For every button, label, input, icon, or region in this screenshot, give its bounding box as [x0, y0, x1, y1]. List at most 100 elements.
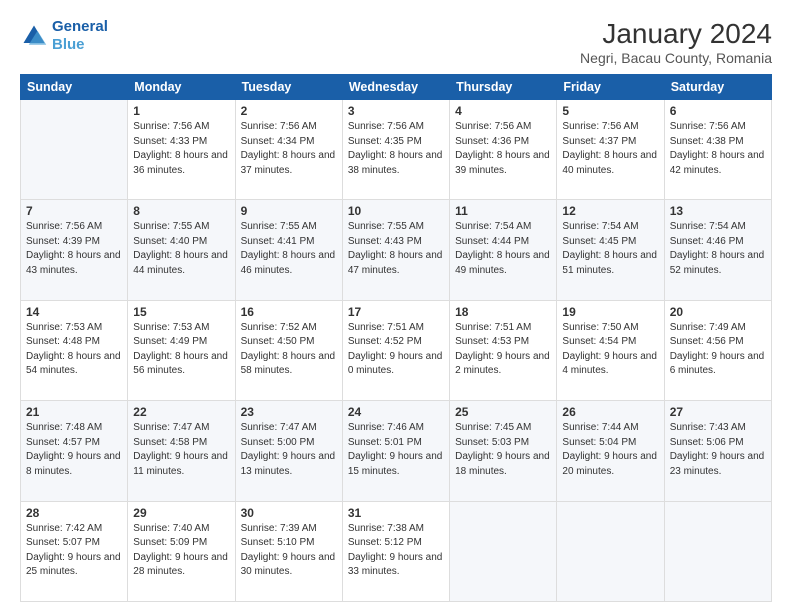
calendar-cell: 13Sunrise: 7:54 AMSunset: 4:46 PMDayligh…	[664, 200, 771, 300]
header-day: Monday	[128, 75, 235, 100]
day-info: Sunrise: 7:54 AMSunset: 4:44 PMDaylight:…	[455, 220, 551, 278]
calendar-cell: 19Sunrise: 7:50 AMSunset: 4:54 PMDayligh…	[557, 300, 664, 400]
day-number: 6	[670, 104, 766, 118]
day-info: Sunrise: 7:47 AMSunset: 4:58 PMDaylight:…	[133, 421, 229, 479]
day-number: 16	[241, 305, 337, 319]
day-number: 17	[348, 305, 444, 319]
day-number: 28	[26, 506, 122, 520]
calendar-cell: 5 Sunrise: 7:56 AMSunset: 4:37 PMDaylight…	[557, 100, 664, 200]
day-info: Sunrise: 7:44 AMSunset: 5:04 PMDaylight:…	[562, 421, 658, 479]
day-info: Sunrise: 7:56 AMSunset: 4:33 PMDaylight:…	[133, 120, 229, 178]
day-number: 13	[670, 204, 766, 218]
day-number: 4	[455, 104, 551, 118]
calendar-cell: 26Sunrise: 7:44 AMSunset: 5:04 PMDayligh…	[557, 401, 664, 501]
calendar-cell: 23 Sunrise: 7:47 AMSunset: 5:00 PMDayligh…	[235, 401, 342, 501]
calendar-cell: 17 Sunrise: 7:51 AMSunset: 4:52 PMDayligh…	[342, 300, 449, 400]
day-info: Sunrise: 7:55 AMSunset: 4:41 PMDaylight:…	[241, 220, 337, 278]
calendar-cell: 31Sunrise: 7:38 AMSunset: 5:12 PMDayligh…	[342, 501, 449, 601]
day-number: 14	[26, 305, 122, 319]
day-number: 25	[455, 405, 551, 419]
calendar-cell: 14Sunrise: 7:53 AMSunset: 4:48 PMDayligh…	[21, 300, 128, 400]
calendar-cell: 6Sunrise: 7:56 AMSunset: 4:38 PMDaylight…	[664, 100, 771, 200]
day-info: Sunrise: 7:51 AMSunset: 4:52 PMDaylight:…	[348, 321, 444, 379]
day-info: Sunrise: 7:52 AMSunset: 4:50 PMDaylight:…	[241, 321, 337, 379]
calendar-cell: 16 Sunrise: 7:52 AMSunset: 4:50 PMDayligh…	[235, 300, 342, 400]
calendar-cell: 10 Sunrise: 7:55 AMSunset: 4:43 PMDayligh…	[342, 200, 449, 300]
day-info: Sunrise: 7:45 AMSunset: 5:03 PMDaylight:…	[455, 421, 551, 479]
logo: General Blue	[20, 18, 108, 54]
logo-line2: Blue	[52, 36, 108, 54]
day-info: Sunrise: 7:47 AMSunset: 5:00 PMDaylight:…	[241, 421, 337, 479]
calendar-cell: 7Sunrise: 7:56 AMSunset: 4:39 PMDaylight…	[21, 200, 128, 300]
calendar-cell: 27 Sunrise: 7:43 AMSunset: 5:06 PMDayligh…	[664, 401, 771, 501]
calendar-cell: 18 Sunrise: 7:51 AMSunset: 4:53 PMDayligh…	[450, 300, 557, 400]
day-number: 3	[348, 104, 444, 118]
day-info: Sunrise: 7:40 AMSunset: 5:09 PMDaylight:…	[133, 522, 229, 580]
day-number: 20	[670, 305, 766, 319]
week-row: 1 Sunrise: 7:56 AMSunset: 4:33 PMDaylight…	[21, 100, 772, 200]
day-number: 11	[455, 204, 551, 218]
day-number: 27	[670, 405, 766, 419]
day-info: Sunrise: 7:53 AMSunset: 4:49 PMDaylight:…	[133, 321, 229, 379]
week-row: 14Sunrise: 7:53 AMSunset: 4:48 PMDayligh…	[21, 300, 772, 400]
day-number: 12	[562, 204, 658, 218]
week-row: 28Sunrise: 7:42 AMSunset: 5:07 PMDayligh…	[21, 501, 772, 601]
header-day: Sunday	[21, 75, 128, 100]
calendar-cell: 29Sunrise: 7:40 AMSunset: 5:09 PMDayligh…	[128, 501, 235, 601]
calendar-table: SundayMondayTuesdayWednesdayThursdayFrid…	[20, 74, 772, 602]
day-info: Sunrise: 7:51 AMSunset: 4:53 PMDaylight:…	[455, 321, 551, 379]
week-row: 21 Sunrise: 7:48 AMSunset: 4:57 PMDayligh…	[21, 401, 772, 501]
calendar-cell: 3 Sunrise: 7:56 AMSunset: 4:35 PMDaylight…	[342, 100, 449, 200]
day-info: Sunrise: 7:48 AMSunset: 4:57 PMDaylight:…	[26, 421, 122, 479]
calendar-cell: 24 Sunrise: 7:46 AMSunset: 5:01 PMDayligh…	[342, 401, 449, 501]
header: General Blue January 2024 Negri, Bacau C…	[20, 18, 772, 66]
day-number: 18	[455, 305, 551, 319]
header-day: Saturday	[664, 75, 771, 100]
calendar-cell: 30Sunrise: 7:39 AMSunset: 5:10 PMDayligh…	[235, 501, 342, 601]
calendar-cell: 25 Sunrise: 7:45 AMSunset: 5:03 PMDayligh…	[450, 401, 557, 501]
calendar-cell	[557, 501, 664, 601]
day-number: 24	[348, 405, 444, 419]
logo-line1: General	[52, 18, 108, 35]
header-day: Friday	[557, 75, 664, 100]
day-info: Sunrise: 7:50 AMSunset: 4:54 PMDaylight:…	[562, 321, 658, 379]
header-day: Tuesday	[235, 75, 342, 100]
day-info: Sunrise: 7:56 AMSunset: 4:34 PMDaylight:…	[241, 120, 337, 178]
day-number: 23	[241, 405, 337, 419]
day-number: 10	[348, 204, 444, 218]
day-info: Sunrise: 7:43 AMSunset: 5:06 PMDaylight:…	[670, 421, 766, 479]
day-number: 5	[562, 104, 658, 118]
day-number: 8	[133, 204, 229, 218]
day-number: 1	[133, 104, 229, 118]
day-info: Sunrise: 7:49 AMSunset: 4:56 PMDaylight:…	[670, 321, 766, 379]
day-info: Sunrise: 7:55 AMSunset: 4:43 PMDaylight:…	[348, 220, 444, 278]
calendar-cell: 4 Sunrise: 7:56 AMSunset: 4:36 PMDaylight…	[450, 100, 557, 200]
calendar-cell: 12 Sunrise: 7:54 AMSunset: 4:45 PMDayligh…	[557, 200, 664, 300]
title-block: January 2024 Negri, Bacau County, Romani…	[580, 18, 772, 66]
calendar-cell	[664, 501, 771, 601]
calendar-cell: 8Sunrise: 7:55 AMSunset: 4:40 PMDaylight…	[128, 200, 235, 300]
header-day: Wednesday	[342, 75, 449, 100]
calendar-cell	[450, 501, 557, 601]
day-info: Sunrise: 7:38 AMSunset: 5:12 PMDaylight:…	[348, 522, 444, 580]
day-number: 9	[241, 204, 337, 218]
day-number: 22	[133, 405, 229, 419]
main-title: January 2024	[580, 18, 772, 50]
day-info: Sunrise: 7:56 AMSunset: 4:36 PMDaylight:…	[455, 120, 551, 178]
logo-text: General Blue	[52, 18, 108, 54]
calendar-cell: 28Sunrise: 7:42 AMSunset: 5:07 PMDayligh…	[21, 501, 128, 601]
day-info: Sunrise: 7:54 AMSunset: 4:45 PMDaylight:…	[562, 220, 658, 278]
header-day: Thursday	[450, 75, 557, 100]
calendar-cell	[21, 100, 128, 200]
calendar-cell: 11 Sunrise: 7:54 AMSunset: 4:44 PMDayligh…	[450, 200, 557, 300]
day-number: 21	[26, 405, 122, 419]
calendar-page: General Blue January 2024 Negri, Bacau C…	[0, 0, 792, 612]
day-info: Sunrise: 7:56 AMSunset: 4:35 PMDaylight:…	[348, 120, 444, 178]
calendar-cell: 21 Sunrise: 7:48 AMSunset: 4:57 PMDayligh…	[21, 401, 128, 501]
day-info: Sunrise: 7:56 AMSunset: 4:37 PMDaylight:…	[562, 120, 658, 178]
day-number: 30	[241, 506, 337, 520]
day-number: 7	[26, 204, 122, 218]
day-info: Sunrise: 7:46 AMSunset: 5:01 PMDaylight:…	[348, 421, 444, 479]
week-row: 7Sunrise: 7:56 AMSunset: 4:39 PMDaylight…	[21, 200, 772, 300]
calendar-cell: 22 Sunrise: 7:47 AMSunset: 4:58 PMDayligh…	[128, 401, 235, 501]
